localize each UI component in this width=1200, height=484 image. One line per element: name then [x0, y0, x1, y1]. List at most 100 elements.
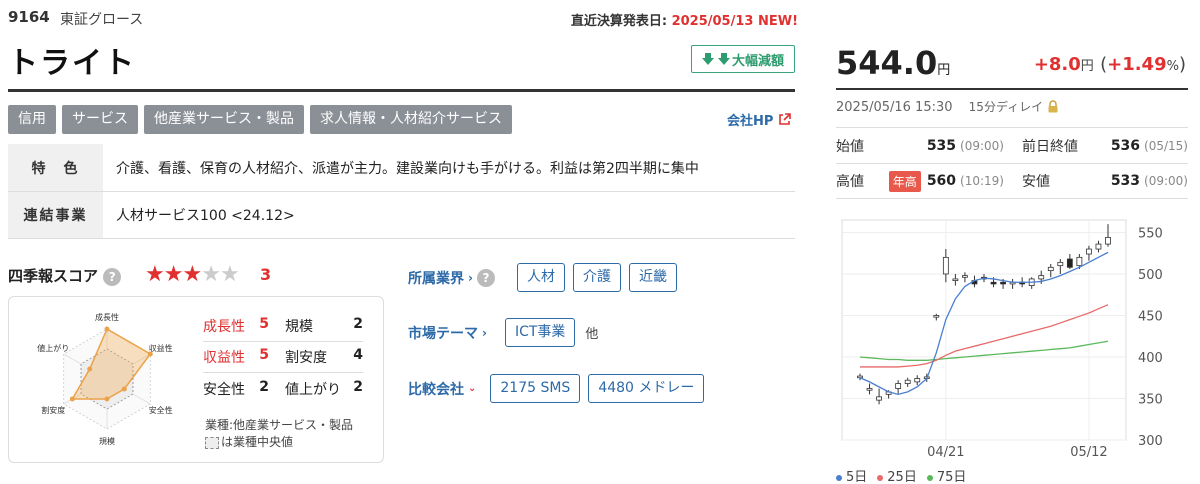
candle-body: [895, 383, 902, 389]
candle-body: [1076, 256, 1083, 267]
candle-body: [857, 375, 863, 379]
radar-label: 規模: [99, 436, 115, 446]
legend-dot: [877, 474, 884, 481]
score-value: 2: [353, 316, 363, 332]
score-label: 成長性: [203, 319, 245, 335]
quote-timestamp: 2025/05/16 15:30 15分ディレイ: [836, 98, 1059, 115]
price-chart[interactable]: 550 500 450 400 350 300 04/21 05/12: [836, 214, 1188, 464]
price-unit: 円: [937, 63, 951, 78]
radar-label: 収益性: [149, 343, 173, 353]
ohlc-table: 始値 535 (09:00) 前日終値 536 (05/15) 高値 年高 56…: [836, 127, 1188, 199]
tag-chip[interactable]: 近畿: [628, 263, 677, 292]
legend-dot: [836, 474, 842, 481]
star-filled-icon: ★: [163, 262, 184, 287]
category-tag[interactable]: 信用: [8, 105, 56, 134]
low-time: (09:00): [1144, 174, 1188, 188]
compare-chips: 2175 SMS 4480 メドレー: [490, 374, 705, 403]
paren-close: ): [1178, 54, 1186, 75]
candle-body: [1047, 266, 1054, 272]
score-value: 2: [259, 378, 269, 395]
industry-note: 業種:他産業サービス・製品 は業種中央値: [205, 417, 353, 451]
industry-section-label[interactable]: 所属業界 › ?: [408, 268, 495, 288]
score-stars: ★★★★★: [145, 262, 240, 287]
open-value: 535: [926, 137, 957, 154]
score-cell: 収益性 5: [203, 347, 273, 367]
high-cell: 高値 年高 560 (10:19): [836, 170, 1012, 192]
category-tag[interactable]: 求人情報・人材紹介サービス: [310, 105, 512, 134]
timestamp-value: 2025/05/16 15:30: [836, 100, 953, 115]
radar-label: 値上がり: [37, 343, 69, 353]
candle-body: [1057, 261, 1064, 267]
chevron-right-icon: ›: [468, 270, 473, 285]
company-hp-link[interactable]: 会社HP: [727, 110, 792, 129]
segment-row: 連結事業 人材サービス100 <24.12>: [8, 192, 795, 239]
radar-point: [87, 366, 93, 372]
score-label: 規模: [285, 319, 313, 335]
tag-chip[interactable]: 4480 メドレー: [588, 374, 705, 403]
radar-label: 安全性: [149, 405, 173, 415]
score-label: 値上がり: [285, 381, 341, 398]
score-value: 3: [260, 265, 272, 284]
candle-body: [1095, 243, 1102, 250]
radar-chart: 成長性収益性安全性規模 割安度 値上がり: [37, 312, 173, 446]
score-value: 4: [353, 347, 363, 363]
open-label: 始値: [836, 138, 864, 155]
stock-code: 9164: [8, 8, 50, 26]
current-price: 544.0円: [836, 44, 950, 82]
high-value: 560: [926, 173, 957, 189]
category-tag[interactable]: サービス: [62, 105, 138, 134]
score-label: 収益性: [203, 350, 245, 366]
score-row: 安全性 2 値上がり 2: [203, 373, 363, 404]
compare-section-label[interactable]: 比較会社 ⌄: [408, 379, 476, 399]
company-name: トライト: [8, 46, 136, 81]
change-unit: 円: [1080, 59, 1094, 74]
score-label: 安全性: [203, 381, 245, 398]
industry-help-icon[interactable]: ?: [476, 268, 495, 287]
legend-label: 75日: [936, 470, 967, 484]
prev-cell: 前日終値 536 (05/15): [1012, 136, 1188, 156]
candle-body: [1086, 248, 1092, 255]
legend-item: 75日: [926, 466, 967, 484]
prev-time: (05/15): [1144, 138, 1188, 153]
candle-body: [1000, 281, 1006, 285]
revision-badge[interactable]: 大幅減額: [691, 45, 795, 73]
industry-chips: 人材 介護 近畿: [516, 263, 677, 292]
tag-chip[interactable]: 2175 SMS: [490, 374, 581, 403]
price-change: +8.0円 (+1.49%): [1034, 54, 1186, 75]
y-tick-label: 500: [1138, 268, 1163, 283]
candle-body: [952, 278, 959, 282]
tag-chip[interactable]: ICT事業: [504, 318, 576, 347]
price-value: 544.0: [836, 44, 938, 82]
industry-legend: は業種中央値: [205, 434, 353, 451]
open-time: (09:00): [960, 138, 1004, 153]
settlement-info: 直近決算発表日: 2025/05/13 NEW!: [571, 10, 798, 29]
segment-label: 連結事業: [8, 192, 103, 238]
market-label: 東証グロース: [60, 12, 144, 28]
tag-chip[interactable]: 人材: [516, 263, 565, 292]
theme-other: 他: [585, 327, 599, 342]
revision-badge-label: 大幅減額: [731, 53, 784, 69]
help-icon[interactable]: ?: [103, 268, 122, 286]
candle-body: [1066, 258, 1073, 268]
high-label: 高値: [836, 174, 864, 190]
quote-divider: [836, 88, 1188, 90]
star-empty-icon: ★: [219, 262, 240, 287]
theme-section: 市場テーマ › ICT事業 他: [408, 318, 598, 347]
lock-icon: [1048, 100, 1058, 113]
low-label: 安値: [1022, 174, 1050, 190]
category-tag[interactable]: 他産業サービス・製品: [144, 105, 304, 134]
feature-value: 介護、看護、保育の人材紹介、派遣が主力。建設業向けも手がける。利益は第2四半期に…: [116, 160, 699, 177]
score-value: 5: [259, 347, 269, 363]
score-cell: 割安度 4: [273, 347, 363, 367]
chevron-down-icon: ⌄: [468, 383, 477, 394]
star-empty-icon: ★: [201, 262, 221, 287]
tag-chip[interactable]: 介護: [572, 263, 621, 292]
industry-section: 所属業界 › ? 人材 介護 近畿: [408, 263, 677, 292]
header-divider: [8, 89, 795, 92]
company-hp-label: 会社HP: [727, 114, 774, 129]
y-tick-label: 450: [1138, 309, 1163, 324]
theme-section-label[interactable]: 市場テーマ ›: [408, 323, 487, 343]
prev-label: 前日終値: [1022, 138, 1078, 155]
settlement-date: 2025/05/13: [671, 14, 754, 29]
feature-label: 特 色: [8, 144, 103, 191]
